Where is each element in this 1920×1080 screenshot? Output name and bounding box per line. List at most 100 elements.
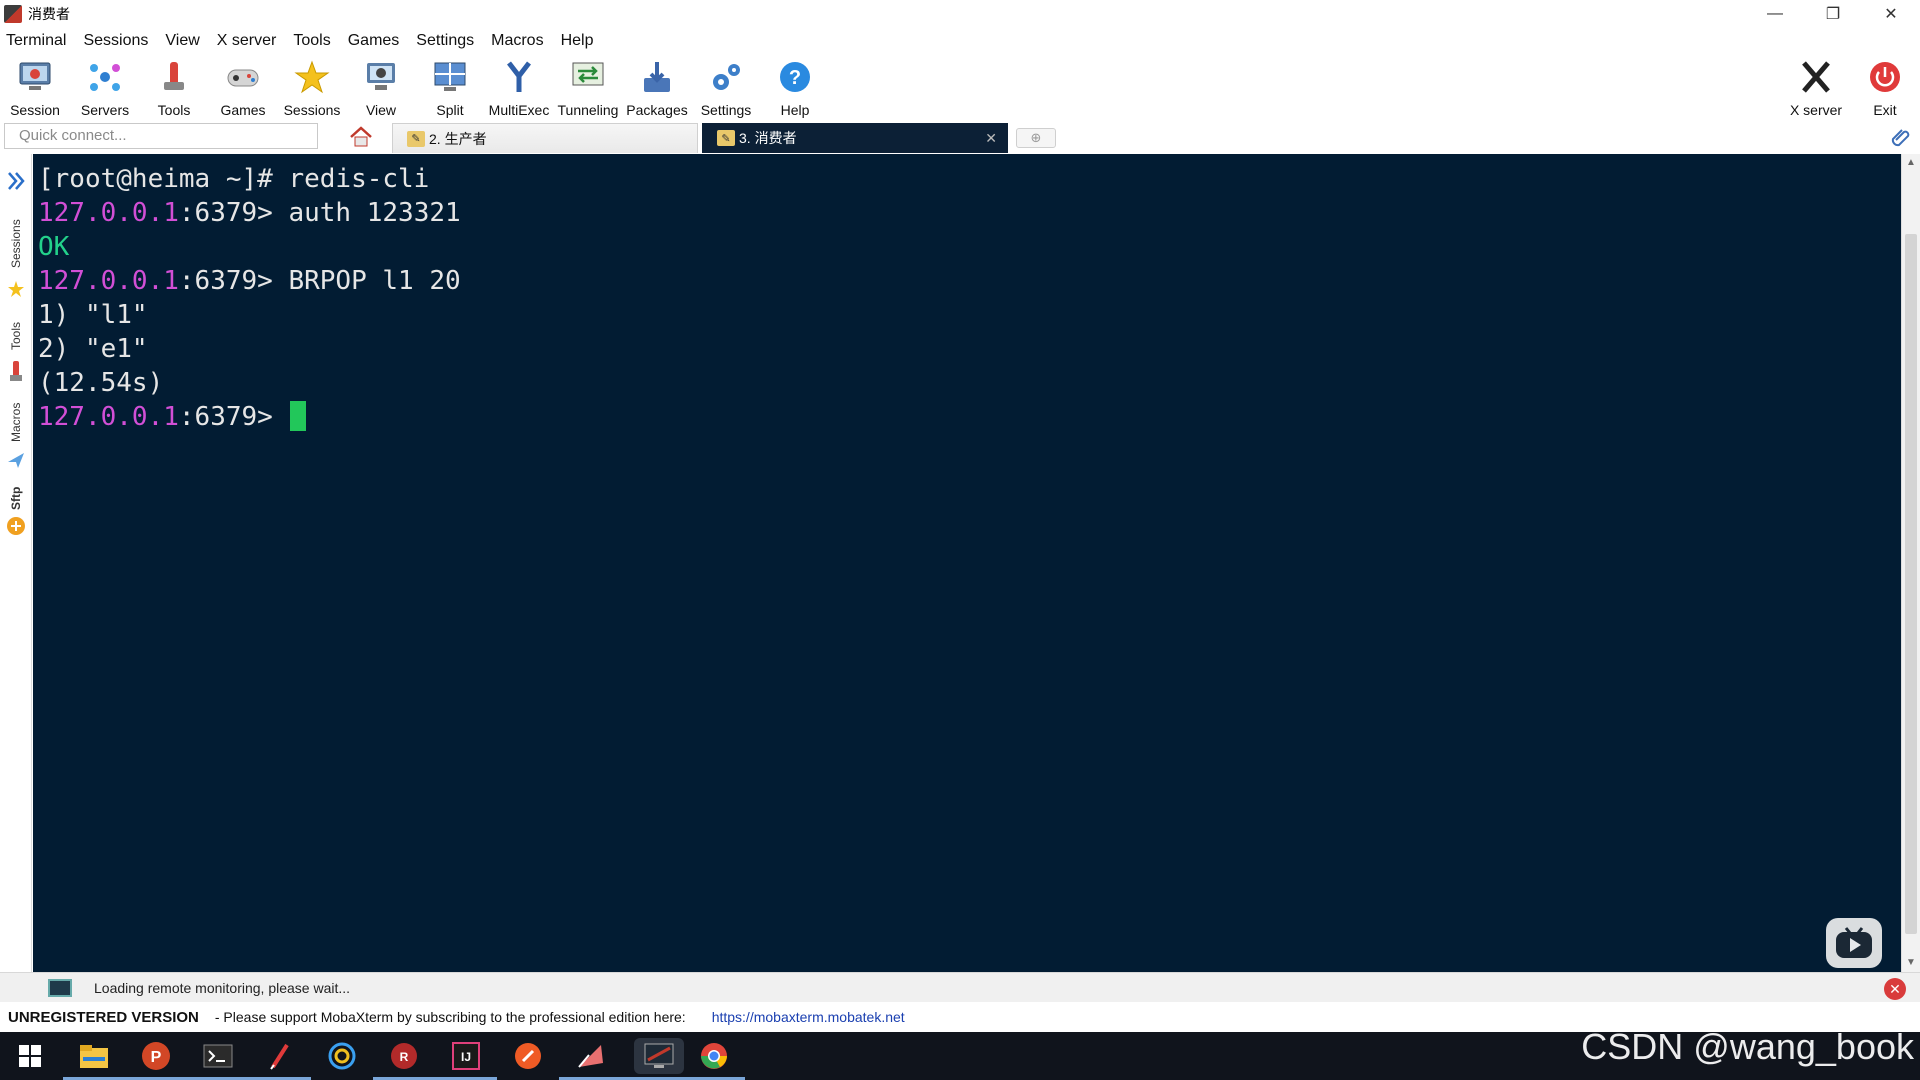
toolbar-multiexec-button[interactable]: MultiExec (484, 58, 554, 118)
toolbar-view-button[interactable]: View (346, 58, 416, 118)
home-icon (350, 126, 372, 147)
tab-producer[interactable]: ✎ 2. 生产者 (392, 123, 698, 153)
menu-x-server[interactable]: X server (217, 32, 277, 50)
terminal-line: 127.0.0.1:6379> auth 123321 (38, 198, 461, 228)
toolbar-session-button[interactable]: Session (0, 58, 70, 118)
close-button[interactable]: ✕ (1862, 0, 1920, 28)
packages-icon (638, 58, 676, 96)
mobaxterm-window: 消费者 — ❐ ✕ Terminal Sessions View X serve… (0, 0, 1920, 1080)
menu-macros[interactable]: Macros (491, 32, 543, 50)
browser-icon[interactable] (324, 1038, 360, 1074)
postman-icon[interactable] (510, 1038, 546, 1074)
typora-icon[interactable] (572, 1038, 608, 1074)
scroll-down-arrow-icon[interactable]: ▼ (1902, 954, 1920, 972)
toolbar-tunneling-button[interactable]: Tunneling (553, 58, 623, 118)
tab-close-icon[interactable]: ✕ (985, 130, 997, 147)
terminal-cursor (290, 401, 307, 431)
toolbar-help-button[interactable]: ? Help (760, 58, 830, 118)
scroll-up-arrow-icon[interactable]: ▲ (1902, 154, 1920, 172)
tab-consumer-label: 3. 消费者 (739, 130, 797, 146)
restore-button[interactable]: ❐ (1804, 0, 1862, 28)
side-tab-tools[interactable]: Tools (4, 314, 28, 358)
terminal-output[interactable]: [root@heima ~]# redis-cli 127.0.0.1:6379… (33, 154, 1901, 972)
help-icon: ? (776, 58, 814, 96)
file-explorer-icon[interactable] (76, 1038, 112, 1074)
video-play-icon (1826, 918, 1882, 968)
terminal-line: (12.54s) (38, 368, 164, 398)
side-tab-sessions[interactable]: Sessions (4, 214, 28, 274)
prompt-port: :6379> (178, 198, 289, 228)
menu-sessions[interactable]: Sessions (83, 32, 148, 50)
star-icon (293, 58, 331, 96)
monitor-icon (48, 978, 72, 997)
expand-sidebar-icon[interactable] (6, 170, 26, 197)
menu-bar: Terminal Sessions View X server Tools Ga… (0, 28, 1920, 54)
tab-producer-label: 2. 生产者 (429, 130, 487, 147)
split-icon (431, 58, 469, 96)
session-icon (16, 58, 54, 96)
window-title: 消费者 (28, 6, 70, 22)
star-icon (7, 280, 25, 303)
view-icon (362, 58, 400, 96)
menu-games[interactable]: Games (348, 32, 400, 50)
chrome-icon[interactable] (696, 1038, 732, 1074)
ssh-tab-icon: ✎ (407, 130, 425, 147)
menu-terminal[interactable]: Terminal (6, 32, 66, 50)
menu-help[interactable]: Help (561, 32, 594, 50)
mobatek-link[interactable]: https://mobaxterm.mobatek.net (712, 1009, 905, 1025)
redis-desktop-icon[interactable]: R (386, 1038, 422, 1074)
menu-tools[interactable]: Tools (293, 32, 330, 50)
tab-row: Quick connect... ✎ 2. 生产者 ✎ 3. 消费者 ✕ ⊕ (0, 120, 1920, 154)
prompt-ip: 127.0.0.1 (38, 198, 179, 228)
terminal-line: 127.0.0.1:6379> BRPOP l1 20 (38, 266, 461, 296)
toolbar: Session Servers Tools Games Sessions Vie… (0, 54, 1920, 120)
terminal-icon[interactable] (200, 1038, 236, 1074)
svg-text:P: P (151, 1049, 162, 1066)
powerpoint-icon[interactable]: P (138, 1038, 174, 1074)
windows-start-icon[interactable] (12, 1038, 48, 1074)
pen-icon[interactable] (262, 1038, 298, 1074)
side-tab-sftp[interactable]: Sftp (4, 480, 28, 516)
side-tab-macros[interactable]: Macros (4, 394, 28, 450)
title-bar: 消费者 — ❐ ✕ (0, 0, 1920, 28)
new-tab-button[interactable]: ⊕ (1016, 128, 1056, 148)
csdn-watermark: CSDN @wang_book (1581, 1026, 1914, 1067)
ssh-tab-icon: ✎ (717, 130, 735, 146)
toolbar-settings-button[interactable]: Settings (691, 58, 761, 118)
toolbar-tools-button[interactable]: Tools (139, 58, 209, 118)
prompt-ip: 127.0.0.1 (38, 402, 179, 432)
toolbar-exit-button[interactable]: Exit (1850, 58, 1920, 118)
toolbar-x-server-button[interactable]: X server (1781, 58, 1851, 118)
svg-text:R: R (400, 1050, 409, 1064)
terminal-line: OK (38, 230, 1901, 264)
toolbar-games-button[interactable]: Games (208, 58, 278, 118)
terminal-line: 1) "l1" (38, 300, 148, 330)
window-controls: — ❐ ✕ (1746, 0, 1920, 28)
tab-consumer[interactable]: ✎ 3. 消费者 ✕ (702, 123, 1008, 153)
toolbar-split-button[interactable]: Split (415, 58, 485, 118)
mobaxterm-icon[interactable] (634, 1038, 684, 1074)
power-icon (1866, 58, 1904, 96)
tools-icon (155, 58, 193, 96)
multiexec-icon (500, 58, 538, 96)
terminal-line: [root@heima ~]# redis-cli (38, 164, 430, 194)
close-monitor-icon[interactable]: ✕ (1884, 978, 1906, 1000)
home-tab[interactable] (340, 123, 382, 151)
servers-icon (86, 58, 124, 96)
toolbar-packages-button[interactable]: Packages (622, 58, 692, 118)
toolbar-sessions-button[interactable]: Sessions (277, 58, 347, 118)
scroll-thumb[interactable] (1905, 234, 1917, 934)
unregistered-label: UNREGISTERED VERSION (8, 1008, 199, 1026)
toolbar-servers-button[interactable]: Servers (70, 58, 140, 118)
gamepad-icon (224, 58, 262, 96)
menu-view[interactable]: View (165, 32, 199, 50)
menu-settings[interactable]: Settings (416, 32, 474, 50)
terminal-scrollbar[interactable]: ▲ ▼ (1901, 154, 1920, 972)
intellij-icon[interactable]: IJ (448, 1038, 484, 1074)
quick-connect-input[interactable]: Quick connect... (4, 123, 318, 149)
minimize-button[interactable]: — (1746, 0, 1804, 28)
ok-response: OK (38, 232, 70, 262)
prompt-ip: 127.0.0.1 (38, 266, 179, 296)
paperclip-icon[interactable] (1888, 124, 1914, 150)
tools-icon (8, 360, 24, 387)
